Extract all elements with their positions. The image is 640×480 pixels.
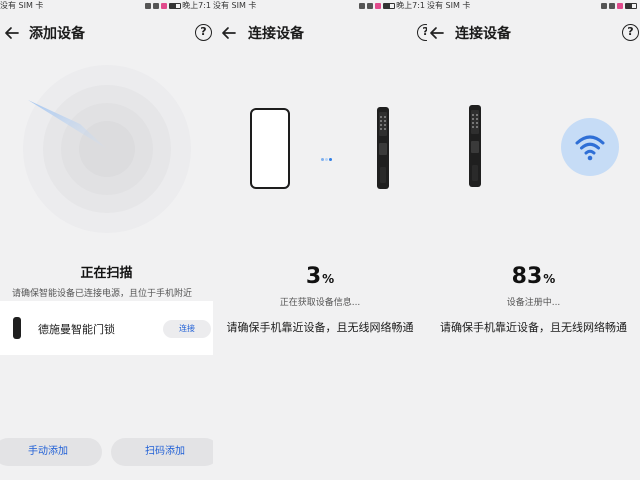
progress-value: 83 bbox=[511, 264, 543, 289]
nfc-icon bbox=[145, 2, 152, 9]
wifi-icon bbox=[575, 135, 605, 161]
battery-icon bbox=[169, 2, 182, 9]
manual-add-button[interactable]: 手动添加 bbox=[0, 438, 102, 466]
discovered-device-item[interactable]: 德施曼智能门锁 连接 bbox=[0, 301, 213, 355]
page-title: 添加设备 bbox=[29, 26, 85, 42]
progress-value: 3 bbox=[305, 264, 322, 289]
progress-unit: % bbox=[322, 272, 335, 286]
scan-radar bbox=[23, 65, 191, 233]
smart-lock-icon bbox=[469, 105, 481, 187]
app-header: 连接设备 ? bbox=[213, 20, 427, 46]
status-icons bbox=[600, 0, 638, 12]
progress-percentage: 3% bbox=[213, 264, 427, 289]
device-name: 德施曼智能门锁 bbox=[38, 323, 115, 336]
screenshot-triptych: 没有 SIM 卡 晚上7:1 添加设备 ? 正在扫描 请确保智能设备已连接电源，… bbox=[0, 0, 640, 480]
bluetooth-icon bbox=[367, 2, 374, 9]
scan-qr-add-button[interactable]: 扫码添加 bbox=[111, 438, 213, 466]
connect-device-screen-early: 没有 SIM 卡 晚上7:1 连接设备 ? 3% 正在获取设备信息... 请确保… bbox=[213, 0, 427, 480]
battery-icon bbox=[383, 2, 396, 9]
connect-button[interactable]: 连接 bbox=[163, 320, 211, 338]
app-notification-icon bbox=[375, 2, 382, 9]
arrow-left-icon[interactable] bbox=[220, 24, 238, 42]
status-bar: 没有 SIM 卡 晚上7:1 bbox=[0, 0, 213, 12]
app-notification-icon bbox=[161, 2, 168, 9]
app-header: 添加设备 ? bbox=[0, 20, 213, 46]
carrier-text: 没有 SIM 卡 bbox=[0, 1, 44, 10]
wifi-badge bbox=[561, 118, 619, 176]
question-circle-icon[interactable]: ? bbox=[417, 24, 427, 41]
phone-icon bbox=[250, 108, 290, 189]
smart-lock-icon bbox=[13, 317, 21, 339]
smart-lock-icon bbox=[377, 107, 389, 189]
status-icons: 晚上7:1 bbox=[358, 0, 425, 12]
bluetooth-icon bbox=[609, 2, 615, 9]
progress-percentage: 83% bbox=[427, 264, 640, 289]
app-notification-icon bbox=[617, 2, 623, 9]
carrier-text: 没有 SIM 卡 bbox=[427, 1, 471, 10]
status-bar: 没有 SIM 卡 bbox=[427, 0, 640, 12]
scan-instructions: 请确保智能设备已连接电源，且位于手机附近 bbox=[12, 289, 193, 299]
progress-unit: % bbox=[543, 272, 556, 286]
app-header: 连接设备 ? bbox=[427, 20, 640, 46]
arrow-left-icon[interactable] bbox=[3, 24, 21, 42]
nfc-icon bbox=[601, 2, 607, 9]
connection-hint: 请确保手机靠近设备，且无线网络畅通 bbox=[226, 321, 414, 334]
page-title: 连接设备 bbox=[455, 26, 511, 42]
nfc-icon bbox=[359, 2, 366, 9]
question-circle-icon[interactable]: ? bbox=[195, 24, 212, 41]
page-title: 连接设备 bbox=[248, 26, 304, 42]
arrow-left-icon[interactable] bbox=[428, 24, 446, 42]
bluetooth-icon bbox=[153, 2, 160, 9]
clock-text: 晚上7:1 bbox=[396, 1, 425, 10]
status-bar: 没有 SIM 卡 晚上7:1 bbox=[213, 0, 427, 12]
status-icons: 晚上7:1 bbox=[144, 0, 211, 12]
connect-device-screen-late: 没有 SIM 卡 连接设备 ? 83% 设备注册中... 请确保手机靠近设备，且… bbox=[427, 0, 640, 480]
connection-hint: 请确保手机靠近设备，且无线网络畅通 bbox=[440, 321, 627, 334]
battery-icon bbox=[625, 2, 637, 9]
carrier-text: 没有 SIM 卡 bbox=[213, 1, 257, 10]
connection-status: 设备注册中... bbox=[506, 298, 561, 308]
connection-status: 正在获取设备信息... bbox=[279, 298, 361, 308]
question-circle-icon[interactable]: ? bbox=[622, 24, 639, 41]
add-device-screen: 没有 SIM 卡 晚上7:1 添加设备 ? 正在扫描 请确保智能设备已连接电源，… bbox=[0, 0, 213, 480]
scan-status-title: 正在扫描 bbox=[80, 266, 133, 281]
connecting-dots bbox=[321, 146, 335, 161]
clock-text: 晚上7:1 bbox=[182, 1, 211, 10]
